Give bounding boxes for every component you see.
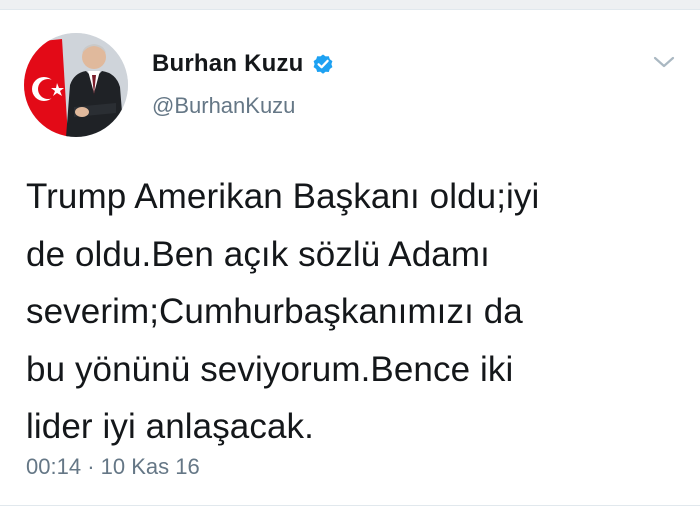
tweet-date: 10 Kas 16 [100, 454, 200, 479]
tweet-timestamp[interactable]: 00:14 · 10 Kas 16 [26, 454, 200, 480]
display-name[interactable]: Burhan Kuzu [152, 50, 304, 78]
chevron-down-icon[interactable] [650, 50, 678, 74]
top-divider [0, 0, 700, 10]
verified-badge-icon [311, 52, 335, 76]
author-name-row: Burhan Kuzu [152, 50, 335, 78]
bottom-divider [0, 505, 700, 506]
user-handle[interactable]: @BurhanKuzu [152, 93, 295, 119]
avatar[interactable] [24, 33, 128, 137]
tweet-time: 00:14 [26, 454, 82, 479]
tweet-text: Trump Amerikan Başkanı oldu;iyi de oldu.… [26, 177, 540, 446]
meta-separator: · [87, 454, 95, 479]
avatar-image [24, 33, 128, 137]
